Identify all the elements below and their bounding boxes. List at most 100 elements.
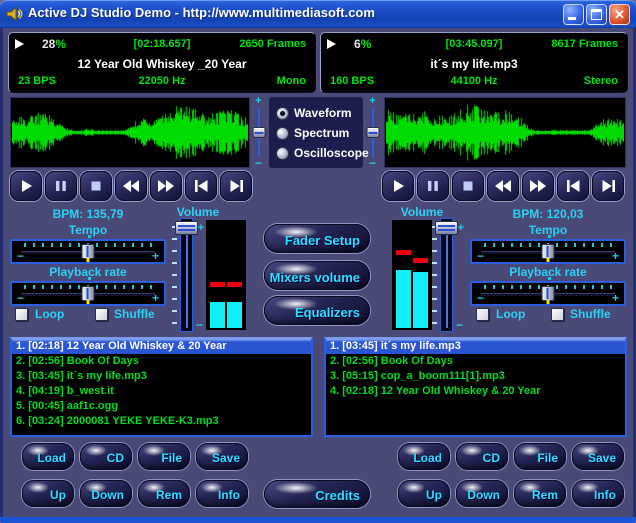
view-option-spectrum[interactable]: Spectrum (269, 123, 363, 143)
playlist-item[interactable]: 2. [02:56] Book Of Days (12, 354, 311, 369)
deck-right-playlist[interactable]: 1. [03:45] it´s my life.mp32. [02:56] Bo… (324, 337, 627, 437)
deck-right-volume-slider[interactable]: + − (432, 218, 462, 332)
deck-right-loop-checkbox[interactable] (476, 308, 489, 321)
minimize-icon (568, 17, 576, 20)
deck-left-track-title: 12 Year Old Whiskey _20 Year (9, 57, 315, 71)
deck-left-playlist[interactable]: 1. [02:18] 12 Year Old Whiskey & 20 Year… (10, 337, 313, 437)
info-button[interactable]: Info (196, 480, 248, 507)
maximize-icon (591, 9, 602, 20)
minus-icon: − (456, 318, 463, 332)
deck-left-shuffle-checkbox[interactable] (95, 308, 108, 321)
deck-right-shuffle-checkbox[interactable] (551, 308, 564, 321)
radio-icon (277, 108, 288, 119)
slider-thumb[interactable] (82, 286, 95, 301)
minus-icon: − (17, 292, 24, 304)
deck-right-zoom-slider[interactable]: + − (364, 97, 381, 168)
close-button[interactable]: ✕ (609, 4, 630, 25)
deck-right-bpm: BPM: 120,03 (470, 207, 626, 221)
playlist-item[interactable]: 5. [00:45] aaf1c.ogg (12, 399, 311, 414)
deck-left-playback-slider[interactable]: − + (10, 281, 166, 306)
deck-left-display: 28% [02:18.657] 2650 Frames 12 Year Old … (8, 32, 316, 93)
mixers-volume-button[interactable]: Mixers volume (264, 261, 370, 290)
minus-icon: − (196, 318, 203, 332)
slider-thumb[interactable] (175, 221, 198, 235)
up-button[interactable]: Up (398, 480, 450, 507)
playlist-item[interactable]: 3. [03:45] it´s my life.mp3 (12, 369, 311, 384)
playlist-item[interactable]: 1. [03:45] it´s my life.mp3 (326, 339, 625, 354)
plus-icon: + (458, 222, 464, 234)
skip-end-button[interactable] (592, 171, 624, 201)
playlist-item[interactable]: 6. [03:24] 2000081 YEKE YEKE-K3.mp3 (12, 414, 311, 429)
playlist-item[interactable]: 4. [04:19] b_west.it (12, 384, 311, 399)
title-bar[interactable]: Active DJ Studio Demo - http://www.multi… (0, 0, 636, 28)
deck-right-waveform[interactable] (384, 97, 626, 168)
load-button[interactable]: Load (22, 443, 74, 470)
deck-right-list-buttons: UpDownRemInfo (398, 480, 624, 507)
deck-right-tempo-slider[interactable]: − + (470, 239, 626, 264)
stop-button[interactable] (452, 171, 484, 201)
playlist-item[interactable]: 4. [02:18] 12 Year Old Whiskey & 20 Year (326, 384, 625, 399)
pause-button[interactable] (417, 171, 449, 201)
speaker-icon (6, 5, 24, 23)
deck-left-bpm: BPM: 135,79 (10, 207, 166, 221)
rewind-button[interactable] (487, 171, 519, 201)
down-button[interactable]: Down (456, 480, 508, 507)
info-button[interactable]: Info (572, 480, 624, 507)
load-button[interactable]: Load (398, 443, 450, 470)
playlist-item[interactable]: 1. [02:18] 12 Year Old Whiskey & 20 Year (12, 339, 311, 354)
equalizers-button[interactable]: Equalizers (264, 296, 370, 325)
down-button[interactable]: Down (80, 480, 132, 507)
skip-start-button[interactable] (557, 171, 589, 201)
play-button[interactable] (10, 171, 42, 201)
fast-forward-button[interactable] (522, 171, 554, 201)
skip-start-button[interactable] (185, 171, 217, 201)
credits-button[interactable]: Credits (264, 480, 370, 508)
maximize-button[interactable] (586, 4, 607, 25)
slider-thumb[interactable] (366, 127, 379, 138)
cd-button[interactable]: CD (456, 443, 508, 470)
skip-end-button[interactable] (220, 171, 252, 201)
save-button[interactable]: Save (196, 443, 248, 470)
playlist-item[interactable]: 2. [02:56] Book Of Days (326, 354, 625, 369)
pause-button[interactable] (45, 171, 77, 201)
app-window: Active DJ Studio Demo - http://www.multi… (0, 0, 636, 523)
deck-right-transport (382, 171, 624, 201)
save-button[interactable]: Save (572, 443, 624, 470)
slider-thumb[interactable] (542, 286, 555, 301)
deck-left-volume-slider[interactable]: + − (172, 218, 202, 332)
slider-thumb[interactable] (252, 127, 265, 138)
volume-label: Volume (390, 205, 454, 219)
minimize-button[interactable] (563, 4, 584, 25)
file-button[interactable]: File (138, 443, 190, 470)
slider-thumb[interactable] (542, 244, 555, 259)
rewind-button[interactable] (115, 171, 147, 201)
minus-icon: − (17, 250, 24, 262)
window-border-left (0, 28, 3, 517)
slider-thumb[interactable] (82, 244, 95, 259)
up-button[interactable]: Up (22, 480, 74, 507)
playlist-item[interactable]: 3. [05:15] cop_a_boom111[1].mp3 (326, 369, 625, 384)
shuffle-label: Shuffle (114, 307, 155, 321)
deck-left-list-buttons: UpDownRemInfo (22, 480, 248, 507)
fader-setup-button[interactable]: Fader Setup (264, 224, 370, 253)
rem-button[interactable]: Rem (514, 480, 566, 507)
close-icon: ✕ (610, 7, 629, 22)
deck-left-loop-checkbox[interactable] (15, 308, 28, 321)
plus-icon: + (612, 250, 619, 262)
deck-left-waveform[interactable] (10, 97, 250, 168)
slider-thumb[interactable] (435, 221, 458, 235)
stop-button[interactable] (80, 171, 112, 201)
view-option-oscilloscope[interactable]: Oscilloscope (269, 143, 363, 163)
deck-right-playback-slider[interactable]: − + (470, 281, 626, 306)
deck-right-track-title: it´s my life.mp3 (321, 57, 627, 71)
deck-left-zoom-slider[interactable]: + − (250, 97, 267, 168)
view-option-waveform[interactable]: Waveform (269, 103, 363, 123)
deck-left-tempo-slider[interactable]: − + (10, 239, 166, 264)
deck-left-file-buttons: LoadCDFileSave (22, 443, 248, 470)
cd-button[interactable]: CD (80, 443, 132, 470)
play-button[interactable] (382, 171, 414, 201)
rem-button[interactable]: Rem (138, 480, 190, 507)
deck-right-vu-meter (392, 220, 432, 330)
fast-forward-button[interactable] (150, 171, 182, 201)
file-button[interactable]: File (514, 443, 566, 470)
